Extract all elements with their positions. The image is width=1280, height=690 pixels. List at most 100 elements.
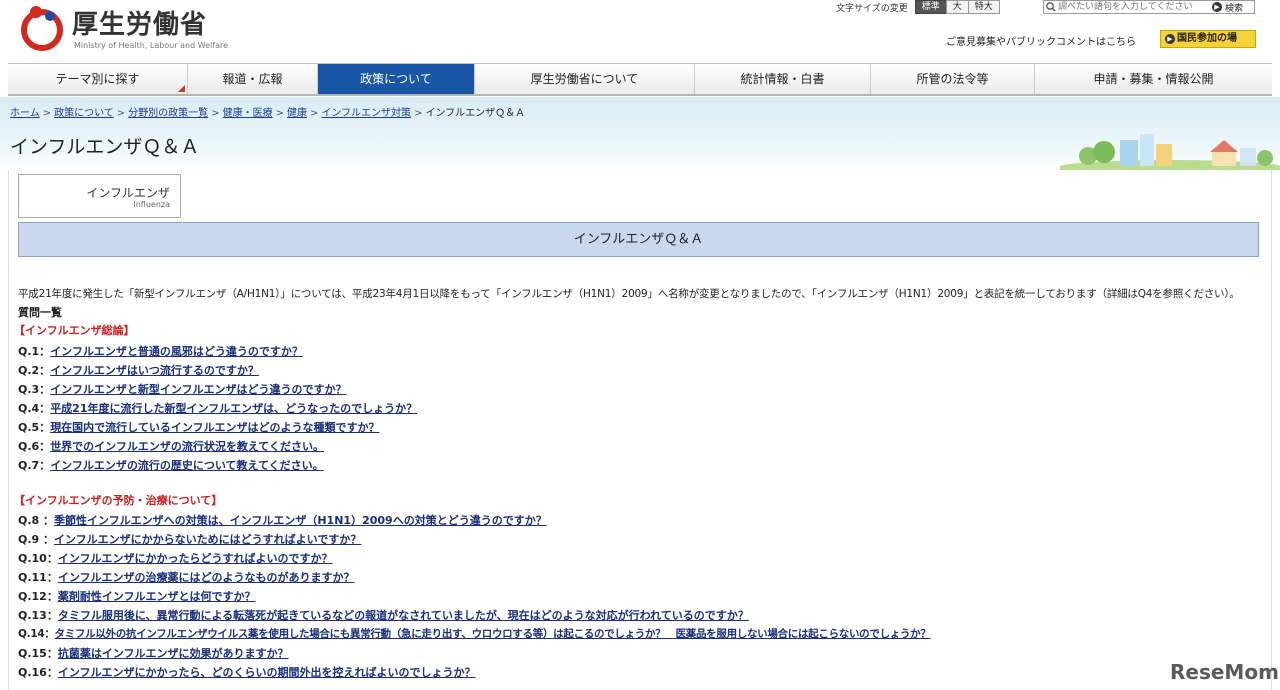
search-icon xyxy=(1046,2,1056,12)
question-item: Q.14：タミフル以外の抗インフルエンザウイルス薬を使用した場合にも異常行動（急… xyxy=(18,626,931,641)
influenza-banner-subtitle: Influenza xyxy=(133,200,170,209)
public-participation-button[interactable]: ▶ 国民参加の場 xyxy=(1160,30,1256,48)
resemom-watermark: ReseMom xyxy=(1170,660,1279,684)
global-nav: テーマ別に探す 報道・広報 政策について 厚生労働省について 統計情報・白書 所… xyxy=(8,63,1272,96)
question-link[interactable]: インフルエンザにかからないためにはどうすればよいですか？ xyxy=(54,533,361,546)
question-item: Q.7：インフルエンザの流行の歴史について教えてください。 xyxy=(18,457,324,473)
question-link[interactable]: インフルエンザはいつ流行するのですか？ xyxy=(50,364,259,377)
breadcrumb-link-health[interactable]: 健康 xyxy=(287,108,307,119)
breadcrumb-link-policy-list[interactable]: 分野別の政策一覧 xyxy=(128,108,208,119)
breadcrumb-separator: > xyxy=(414,108,423,119)
question-number: Q.10： xyxy=(18,552,58,565)
nav-item-policy[interactable]: 政策について xyxy=(318,64,475,94)
question-link[interactable]: インフルエンザにかかったらどうすればよいのですか？ xyxy=(58,552,333,565)
nav-item-label: テーマ別に探す xyxy=(55,72,140,86)
font-size-standard-button[interactable]: 標準 xyxy=(914,0,947,14)
question-number: Q.15： xyxy=(18,647,58,660)
question-item: Q.8 ：季節性インフルエンザへの対策は、インフルエンザ（H1N1）2009への… xyxy=(18,512,547,528)
breadcrumb-link-influenza-measures[interactable]: インフルエンザ対策 xyxy=(321,108,411,119)
dropdown-corner-icon xyxy=(178,85,185,92)
breadcrumb-separator: > xyxy=(309,108,319,119)
question-link[interactable]: タミフル以外の抗インフルエンザウイルス薬を使用した場合にも異常行動（急に走り出す… xyxy=(55,628,931,640)
logo-title: 厚生労働省 xyxy=(72,10,208,40)
search-button-label: 検索 xyxy=(1225,3,1244,14)
nav-item-laws[interactable]: 所管の法令等 xyxy=(871,64,1035,94)
breadcrumb-link-health-medical[interactable]: 健康・医療 xyxy=(223,108,273,119)
question-item: Q.5：現在国内で流行しているインフルエンザはどのような種類ですか？ xyxy=(18,419,380,435)
town-illustration-icon xyxy=(1060,134,1280,170)
page-title: インフルエンザＱ＆Ａ xyxy=(10,136,200,158)
question-link[interactable]: インフルエンザの流行の歴史について教えてください。 xyxy=(50,459,323,472)
category-general: 【インフルエンザ総論】 xyxy=(14,324,135,337)
question-item: Q.1：インフルエンザと普通の風邪はどう違うのですか？ xyxy=(18,343,303,359)
intro-text: 平成21年度に発生した「新型インフルエンザ（A/H1N1）」については、平成23… xyxy=(18,288,1240,300)
mhlw-logo[interactable]: 厚生労働省 Ministry of Health, Labour and Wel… xyxy=(16,2,228,56)
site-header: 厚生労働省 Ministry of Health, Labour and Wel… xyxy=(0,0,1280,62)
nav-item-about[interactable]: 厚生労働省について xyxy=(475,64,695,94)
question-number: Q.7： xyxy=(18,459,51,472)
arrow-right-icon: ▶ xyxy=(1212,2,1222,12)
question-link[interactable]: インフルエンザにかかったら、どのくらいの期間外出を控えればよいのでしょうか？ xyxy=(58,666,476,679)
question-link[interactable]: 世界でのインフルエンザの流行状況を教えてください。 xyxy=(50,440,324,453)
question-item: Q.4：平成21年度に流行した新型インフルエンザは、どうなったのでしょうか？ xyxy=(18,400,417,416)
question-link[interactable]: 抗菌薬はインフルエンザに効果がありますか？ xyxy=(58,647,289,660)
question-item: Q.15：抗菌薬はインフルエンザに効果がありますか？ xyxy=(18,645,289,661)
question-number: Q.4： xyxy=(18,402,51,415)
nav-item-press[interactable]: 報道・広報 xyxy=(188,64,318,94)
question-number: Q.12： xyxy=(18,590,58,603)
breadcrumb-separator: > xyxy=(211,108,220,119)
question-link[interactable]: インフルエンザと新型インフルエンザはどう違うのですか？ xyxy=(50,383,346,396)
breadcrumb: ホーム > 政策について > 分野別の政策一覧 > 健康・医療 > 健康 > インフルエンザ対策 > イ… xyxy=(10,104,525,119)
breadcrumb-current: インフルエンザＱ＆Ａ xyxy=(425,108,526,119)
logo-subtitle: Ministry of Health, Labour and Welfare xyxy=(74,41,229,50)
question-link[interactable]: 季節性インフルエンザへの対策は、インフルエンザ（H1N1）2009への対策とどう… xyxy=(54,514,547,527)
font-size-switcher: 文字サイズの変更 標準 大 特大 xyxy=(836,0,1000,14)
question-item: Q.3：インフルエンザと新型インフルエンザはどう違うのですか？ xyxy=(18,381,347,397)
category-prevention-treatment: 【インフルエンザの予防・治療について】 xyxy=(14,494,223,507)
search-input[interactable] xyxy=(1058,1,1208,13)
question-link[interactable]: インフルエンザの治療薬にはどのようなものがありますか？ xyxy=(58,571,355,584)
nav-item-statistics[interactable]: 統計情報・白書 xyxy=(695,64,871,94)
question-link[interactable]: インフルエンザと普通の風邪はどう違うのですか？ xyxy=(50,345,303,358)
question-number: Q.13： xyxy=(18,609,58,622)
question-number: Q.11： xyxy=(18,571,58,584)
question-item: Q.10：インフルエンザにかかったらどうすればよいのですか？ xyxy=(18,550,333,566)
question-number: Q.9 ： xyxy=(18,533,55,546)
site-search: ▶ 検索 xyxy=(1043,0,1255,14)
question-number: Q.8 ： xyxy=(18,514,55,527)
question-item: Q.13：タミフル服用後に、異常行動による転落死が起きているなどの報道がなされて… xyxy=(18,607,749,623)
nav-item-applications[interactable]: 申請・募集・情報公開 xyxy=(1035,64,1272,94)
influenza-banner[interactable]: インフルエンザ Influenza xyxy=(18,174,181,218)
section-heading: インフルエンザＱ＆Ａ xyxy=(18,222,1259,257)
questions-heading: 質問一覧 xyxy=(18,306,62,319)
breadcrumb-separator: > xyxy=(42,108,52,119)
question-number: Q.14： xyxy=(18,628,55,640)
breadcrumb-link-policy[interactable]: 政策について xyxy=(54,108,114,119)
question-link[interactable]: 平成21年度に流行した新型インフルエンザは、どうなったのでしょうか？ xyxy=(50,402,417,415)
question-link[interactable]: タミフル服用後に、異常行動による転落死が起きているなどの報道がなされていましたが… xyxy=(58,609,749,622)
font-size-large-button[interactable]: 大 xyxy=(945,0,969,14)
search-button[interactable]: ▶ 検索 xyxy=(1208,1,1244,14)
question-item: Q.16：インフルエンザにかかったら、どのくらいの期間外出を控えればよいのでしょ… xyxy=(18,664,476,680)
question-item: Q.6：世界でのインフルエンザの流行状況を教えてください。 xyxy=(18,438,324,454)
question-number: Q.5： xyxy=(18,421,51,434)
question-item: Q.9 ：インフルエンザにかからないためにはどうすればよいですか？ xyxy=(18,531,361,547)
question-number: Q.3： xyxy=(18,383,51,396)
question-link[interactable]: 薬剤耐性インフルエンザとは何ですか？ xyxy=(58,590,256,603)
arrow-right-icon: ▶ xyxy=(1165,34,1175,44)
breadcrumb-link-home[interactable]: ホーム xyxy=(10,108,40,119)
question-number: Q.2： xyxy=(18,364,51,377)
breadcrumb-separator: > xyxy=(275,108,284,119)
font-size-extra-large-button[interactable]: 特大 xyxy=(967,0,1000,14)
question-item: Q.12：薬剤耐性インフルエンザとは何ですか？ xyxy=(18,588,256,604)
public-comment-link[interactable]: ご意見募集やパブリックコメントはこちら xyxy=(946,33,1136,48)
public-participation-label: 国民参加の場 xyxy=(1177,33,1237,44)
question-item: Q.2：インフルエンザはいつ流行するのですか？ xyxy=(18,362,259,378)
mhlw-logo-mark-icon xyxy=(21,6,63,51)
question-number: Q.1： xyxy=(18,345,51,358)
question-number: Q.16： xyxy=(18,666,58,679)
question-link[interactable]: 現在国内で流行しているインフルエンザはどのような種類ですか？ xyxy=(50,421,379,434)
question-number: Q.6： xyxy=(18,440,51,453)
nav-item-themes[interactable]: テーマ別に探す xyxy=(8,64,188,94)
question-item: Q.11：インフルエンザの治療薬にはどのようなものがありますか？ xyxy=(18,569,355,585)
